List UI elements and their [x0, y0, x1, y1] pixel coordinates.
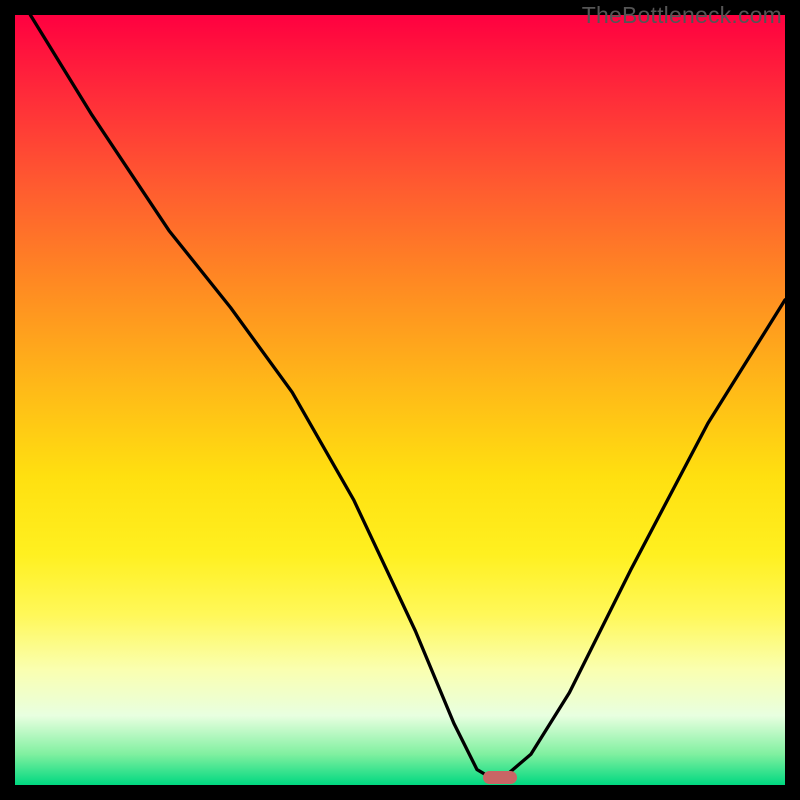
optimal-point-marker — [483, 771, 517, 784]
watermark-text: TheBottleneck.com — [582, 2, 782, 29]
bottleneck-curve — [15, 15, 785, 785]
chart-frame: TheBottleneck.com — [0, 0, 800, 800]
plot-area — [15, 15, 785, 785]
